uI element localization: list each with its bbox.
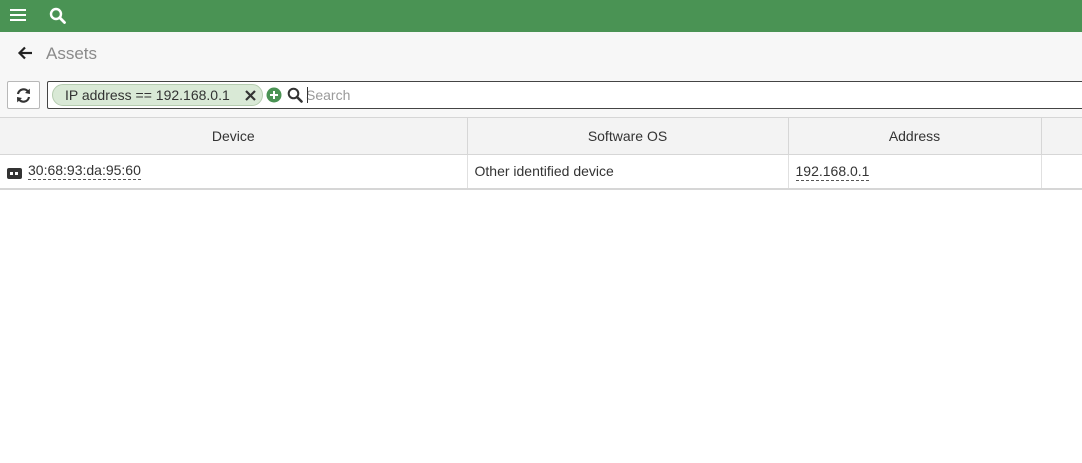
menu-icon[interactable] xyxy=(7,4,29,26)
filter-bar: IP address == 192.168.0.1 xyxy=(0,76,1082,117)
software-os-cell: Other identified device xyxy=(467,154,789,190)
device-cell: 30:68:93:da:95:60 xyxy=(0,154,468,190)
table-header-row: Device Software OS Address xyxy=(0,117,1082,155)
extra-cell xyxy=(1041,154,1082,190)
filter-chip-label: IP address == 192.168.0.1 xyxy=(65,87,230,103)
column-header-extra xyxy=(1041,117,1082,155)
column-header-software-os[interactable]: Software OS xyxy=(467,117,789,155)
add-filter-icon[interactable] xyxy=(266,87,282,103)
address-cell: 192.168.0.1 xyxy=(788,154,1042,190)
text-cursor xyxy=(307,87,308,103)
assets-table: Device Software OS Address 30:68:93:da:9… xyxy=(0,117,1082,190)
top-navigation-bar xyxy=(0,0,1082,32)
refresh-button[interactable] xyxy=(7,81,40,109)
column-header-address[interactable]: Address xyxy=(788,117,1042,155)
search-icon[interactable] xyxy=(46,4,68,26)
search-icon xyxy=(287,87,303,103)
device-mac-link[interactable]: 30:68:93:da:95:60 xyxy=(28,162,141,181)
page-title: Assets xyxy=(46,44,98,63)
close-icon[interactable] xyxy=(244,89,257,102)
table-row[interactable]: 30:68:93:da:95:60 Other identified devic… xyxy=(0,154,1082,190)
software-os-value: Other identified device xyxy=(474,163,614,180)
column-header-device[interactable]: Device xyxy=(0,117,468,155)
filter-chip[interactable]: IP address == 192.168.0.1 xyxy=(52,84,263,106)
search-filter-box[interactable]: IP address == 192.168.0.1 xyxy=(47,81,1082,109)
address-link[interactable]: 192.168.0.1 xyxy=(795,163,870,182)
refresh-icon xyxy=(16,87,31,103)
search-input[interactable] xyxy=(306,85,1006,105)
device-icon xyxy=(7,166,22,179)
page-header: Assets xyxy=(0,32,1082,76)
back-arrow-icon[interactable] xyxy=(17,44,35,62)
